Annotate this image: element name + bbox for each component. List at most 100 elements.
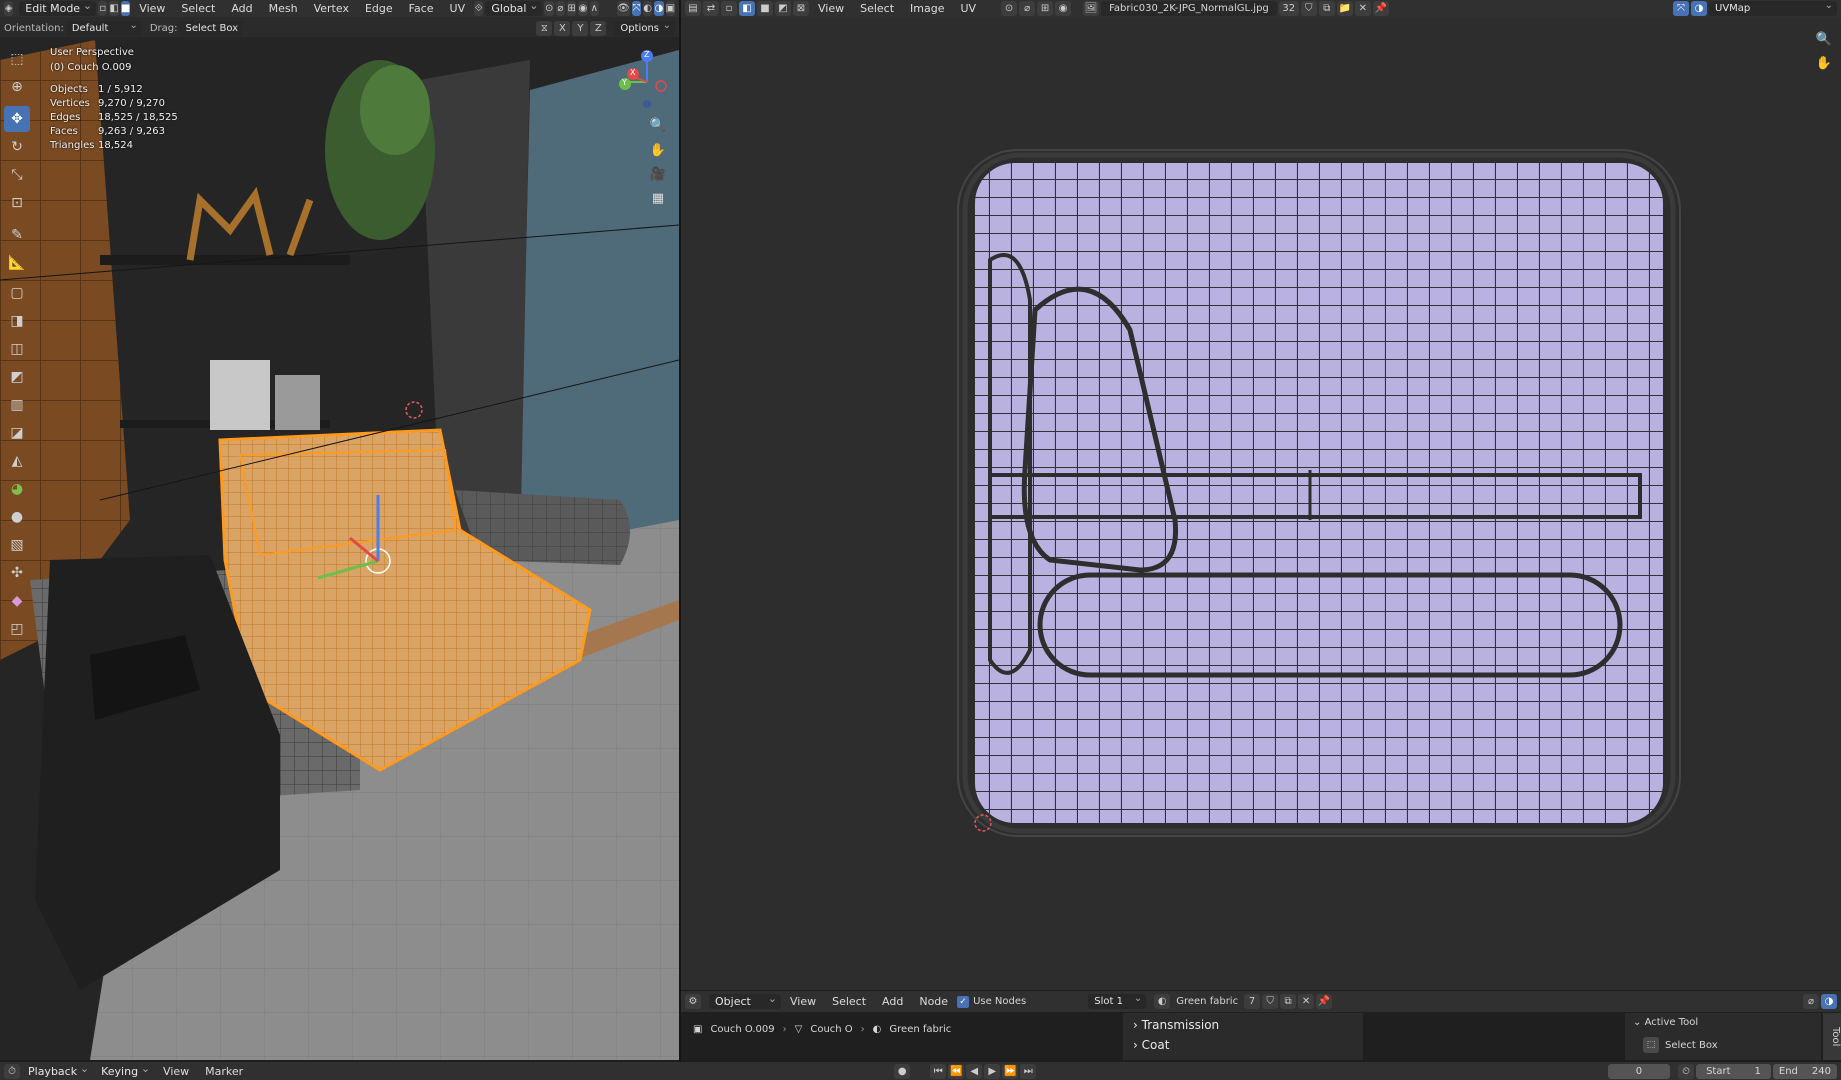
record-icon[interactable]: ● — [894, 1063, 911, 1079]
uv-face-select-icon[interactable]: ■ — [757, 1, 773, 16]
xray-icon[interactable]: ▣ — [665, 1, 676, 16]
play-icon[interactable]: ▶ — [984, 1063, 1001, 1079]
shader-editor-type-icon[interactable]: ⚙ — [685, 994, 701, 1009]
menu-select[interactable]: Select — [174, 2, 222, 15]
falloff-icon[interactable]: ∧ — [589, 1, 599, 16]
uv-gizmo-icon[interactable]: ⤧ — [1673, 1, 1689, 16]
gizmo-toggle-icon[interactable]: ⤧ — [631, 1, 641, 16]
shrink-tool-icon[interactable]: ✣ — [4, 560, 30, 586]
image-browse-icon[interactable]: 🖼 — [1083, 1, 1100, 16]
material-pin-icon[interactable]: 📌 — [1316, 994, 1333, 1009]
play-reverse-icon[interactable]: ◀ — [966, 1063, 983, 1079]
material-fake-user-icon[interactable]: ⛉ — [1262, 994, 1279, 1009]
move-tool-icon[interactable]: ✥ — [4, 106, 30, 132]
shader-editor[interactable]: ⚙ Object View Select Add Node ✓ Use Node… — [681, 991, 1841, 1060]
use-nodes-checkbox[interactable]: ✓ Use Nodes — [957, 995, 1026, 1008]
node-section-coat[interactable]: › Coat — [1133, 1038, 1169, 1052]
jump-end-icon[interactable]: ⏭ — [1020, 1063, 1037, 1079]
uv-menu-view[interactable]: View — [811, 2, 851, 15]
new-image-icon[interactable]: ⧉ — [1318, 1, 1335, 16]
viewport-3d[interactable]: ◈ Edit Mode ▫ ◧ ■ View Select Add Mesh V… — [0, 0, 679, 1060]
bevel-tool-icon[interactable]: ◩ — [4, 364, 30, 390]
measure-tool-icon[interactable]: 📐 — [4, 250, 30, 276]
slot-dropdown[interactable]: Slot 1 — [1088, 991, 1147, 1009]
node-section-transmission[interactable]: › Transmission — [1133, 1018, 1219, 1032]
options-dropdown[interactable]: Options — [614, 19, 675, 36]
uv-editor-type-icon[interactable]: ▤ — [685, 1, 701, 16]
poly-build-tool-icon[interactable]: ◭ — [4, 448, 30, 474]
editor-type-icon[interactable]: ◈ — [4, 1, 14, 16]
ortho-grid-icon[interactable]: ▦ — [647, 187, 669, 209]
active-tool-item[interactable]: ⬚ Select Box — [1643, 1037, 1718, 1053]
shader-menu-view[interactable]: View — [783, 995, 823, 1008]
shader-snap-icon[interactable]: ⌀ — [1803, 994, 1819, 1009]
material-name-field[interactable]: Green fabric — [1172, 996, 1242, 1007]
frame-range-end[interactable]: End 240 — [1772, 1063, 1837, 1079]
prev-keyframe-icon[interactable]: ⏪ — [948, 1063, 965, 1079]
inset-tool-icon[interactable]: ◫ — [4, 336, 30, 362]
add-cube-tool-icon[interactable]: ▢ — [4, 280, 30, 306]
edge-slide-tool-icon[interactable]: ▧ — [4, 532, 30, 558]
uv-snap-target-icon[interactable]: ⊞ — [1037, 1, 1054, 16]
menu-face[interactable]: Face — [402, 2, 441, 15]
axis-gizmo[interactable]: Z Y X — [609, 46, 669, 110]
uv-menu-uv[interactable]: UV — [954, 2, 984, 15]
playback-menu[interactable]: Playback — [22, 1062, 93, 1079]
shear-tool-icon[interactable]: ◆ — [4, 588, 30, 614]
shader-menu-node[interactable]: Node — [912, 995, 955, 1008]
pan-hand-icon[interactable]: ✋ — [647, 139, 669, 161]
uv-proportional-icon[interactable]: ◉ — [1055, 1, 1072, 16]
shader-menu-add[interactable]: Add — [875, 995, 910, 1008]
menu-uv[interactable]: UV — [443, 2, 473, 15]
unlink-image-icon[interactable]: ✕ — [1354, 1, 1371, 16]
transform-tool-icon[interactable]: ⊡ — [4, 190, 30, 216]
vertex-select-icon[interactable]: ▫ — [98, 1, 108, 16]
menu-add[interactable]: Add — [224, 2, 259, 15]
fake-user-icon[interactable]: ⛉ — [1300, 1, 1317, 16]
edge-select-icon[interactable]: ◧ — [109, 1, 119, 16]
scale-tool-icon[interactable]: ⤡ — [4, 162, 30, 188]
keying-menu[interactable]: Keying — [95, 1062, 154, 1079]
material-unlink-icon[interactable]: ✕ — [1298, 994, 1315, 1009]
mode-dropdown[interactable]: Edit Mode — [19, 0, 97, 16]
knife-tool-icon[interactable]: ◪ — [4, 420, 30, 446]
tool-tab[interactable]: Tool — [1823, 1013, 1841, 1060]
overlay-icon[interactable]: ◐ — [642, 1, 653, 16]
orientation-dropdown[interactable]: Default — [65, 19, 142, 36]
overlay-toggle-icon[interactable]: ◑ — [654, 1, 664, 16]
shader-overlay-icon[interactable]: ◑ — [1821, 994, 1837, 1009]
jump-start-icon[interactable]: ⏮ — [930, 1063, 947, 1079]
vertical-divider[interactable] — [679, 0, 681, 1062]
menu-edge[interactable]: Edge — [358, 2, 400, 15]
zoom-icon[interactable]: 🔍 — [647, 114, 669, 136]
mirror-z-toggle[interactable]: Z — [590, 20, 607, 36]
marker-menu[interactable]: Marker — [198, 1065, 250, 1078]
annotate-tool-icon[interactable]: ✎ — [4, 222, 30, 248]
uv-pan-hand-icon[interactable]: ✋ — [1813, 52, 1835, 74]
uv-snap-icon[interactable]: ⌀ — [1019, 1, 1036, 16]
uv-sync-icon[interactable]: ⇄ — [703, 1, 719, 16]
uv-menu-select[interactable]: Select — [853, 2, 901, 15]
open-image-icon[interactable]: 📁 — [1336, 1, 1353, 16]
menu-mesh[interactable]: Mesh — [262, 2, 305, 15]
drag-dropdown[interactable]: Select Box — [179, 19, 244, 36]
spin-tool-icon[interactable]: ◕ — [4, 476, 30, 502]
image-name-field[interactable]: Fabric030_2K-JPG_NormalGL.jpg — [1101, 1, 1277, 16]
menu-view[interactable]: View — [132, 2, 172, 15]
material-browse-icon[interactable]: ◐ — [1154, 994, 1171, 1009]
menu-vertex[interactable]: Vertex — [307, 2, 356, 15]
timeline-editor-icon[interactable]: ⏱ — [4, 1063, 20, 1079]
mirror-icon[interactable]: ⧖ — [536, 20, 553, 36]
rip-tool-icon[interactable]: ◰ — [4, 616, 30, 642]
uv-sticky-icon[interactable]: ⊠ — [793, 1, 809, 16]
current-frame-field[interactable]: 0 — [1607, 1063, 1671, 1079]
visibility-icon[interactable]: 👁 — [616, 1, 630, 16]
proportional-edit-icon[interactable]: ◉ — [578, 1, 588, 16]
material-users-count[interactable]: 7 — [1244, 994, 1261, 1009]
shader-type-dropdown[interactable]: Object — [709, 991, 781, 1009]
snap-icon[interactable]: ⌀ — [555, 1, 566, 16]
pivot-icon[interactable]: ⊙ — [544, 1, 554, 16]
uv-zoom-icon[interactable]: 🔍 — [1813, 28, 1835, 50]
uv-island-select-icon[interactable]: ◩ — [775, 1, 791, 16]
extrude-tool-icon[interactable]: ◨ — [4, 308, 30, 334]
